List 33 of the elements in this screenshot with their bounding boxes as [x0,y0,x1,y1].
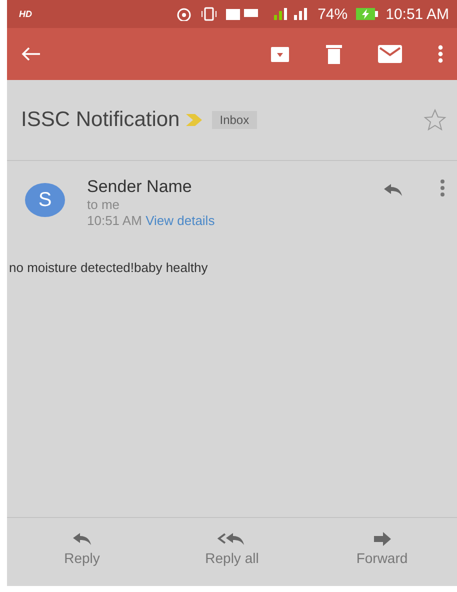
view-details-link[interactable]: View details [146,213,215,228]
reply-icon [71,532,93,546]
archive-icon [270,45,290,63]
more-options-button[interactable] [440,179,445,197]
recipient-text: to me [87,197,121,212]
vibrate-icon [200,7,218,21]
star-button[interactable] [423,108,447,132]
reply-all-icon [217,532,247,546]
sender-avatar: S [25,183,65,217]
forward-icon [372,532,392,546]
battery-percentage: 74% [318,6,348,22]
hotspot-icon [176,7,192,21]
reply-button[interactable] [382,183,404,197]
message-body: no moisture detected!baby healthy [9,260,208,275]
delete-button[interactable] [326,44,342,64]
received-time: 10:51 AM [87,213,143,228]
more-icon [438,45,443,63]
reply-all-button[interactable]: Reply all [182,531,282,567]
reply-button[interactable]: Reply [32,531,132,567]
back-button[interactable] [21,46,41,62]
more-button[interactable] [438,45,443,63]
inbox-label: Inbox [212,111,258,129]
archive-button[interactable] [270,45,290,63]
mail-button[interactable] [378,45,402,63]
battery-charging-icon [356,8,378,20]
sender-name: Sender Name [87,177,193,197]
forward-button[interactable]: Forward [332,531,432,567]
hd-label: HD [19,9,32,19]
clock-time: 10:51 AM [386,6,449,22]
mail-icon [378,45,402,63]
email-subject: ISSC Notification [21,108,180,132]
reply-arrow-icon [382,183,404,197]
delete-icon [326,44,342,64]
